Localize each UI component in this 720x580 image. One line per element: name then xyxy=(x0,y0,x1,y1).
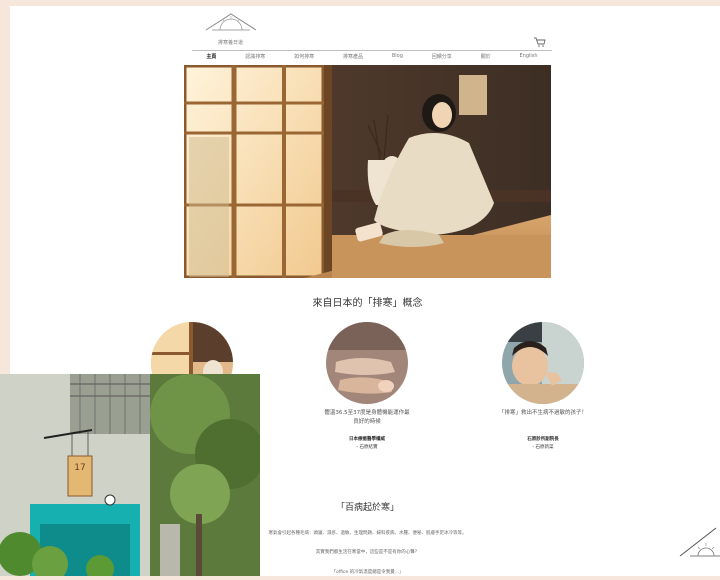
card-3-text-line-1: 「排寒」救出不生病不過敏的孩子！ xyxy=(498,410,587,416)
concept-title: 來自日本的「排寒」概念 xyxy=(312,298,423,309)
card-3-author-title: 石原診所副院長 xyxy=(527,437,559,442)
card-2-text-line-2: 良好的時候 xyxy=(353,419,381,425)
storefront-photo: 17 xyxy=(0,374,260,576)
nav-item-about[interactable]: 關於 xyxy=(481,53,491,63)
nav-item-about-cold[interactable]: 認識排寒 xyxy=(245,53,265,63)
nav-item-blog[interactable]: Blog xyxy=(392,53,403,63)
card-image-2 xyxy=(326,322,408,404)
svg-text:17: 17 xyxy=(74,463,85,473)
nav-item-home[interactable]: 主頁 xyxy=(206,53,216,63)
card-2-attribution: 日本療癒醫學權威 - 石原結實 xyxy=(306,436,428,452)
card-2-author: - 石原結實 xyxy=(356,445,378,450)
nav-item-how-to[interactable]: 如何排寒 xyxy=(294,53,314,63)
logo-text: 排寒養日道 xyxy=(218,40,244,46)
card-image-3 xyxy=(502,322,584,404)
card-3-attribution: 石原診所副院長 - 石原新菜 xyxy=(478,436,608,452)
cart-icon[interactable] xyxy=(534,32,546,47)
nav-divider xyxy=(192,50,552,51)
nav-item-products[interactable]: 排寒產品 xyxy=(343,53,363,63)
hero-image xyxy=(184,65,551,278)
corner-logo-icon xyxy=(676,524,720,576)
card-3-author: - 石原新菜 xyxy=(532,445,554,450)
card-2-text: 體溫36.5至37度是身體機能運作最 良好的時候 xyxy=(306,409,428,427)
card-3-text: 「排寒」救出不生病不過敏的孩子！ xyxy=(478,409,608,418)
nav-item-english[interactable]: English xyxy=(519,53,537,63)
nav-item-feedback[interactable]: 回饋分享 xyxy=(432,53,452,63)
main-nav: 主頁 認識排寒 如何排寒 排寒產品 Blog 回饋分享 關於 English xyxy=(192,53,552,63)
brand-logo[interactable]: 排寒養日道 xyxy=(198,10,264,50)
card-2-text-line-1: 體溫36.5至37度是身體機能運作最 xyxy=(324,410,410,416)
card-2-author-title: 日本療癒醫學權威 xyxy=(349,437,385,442)
